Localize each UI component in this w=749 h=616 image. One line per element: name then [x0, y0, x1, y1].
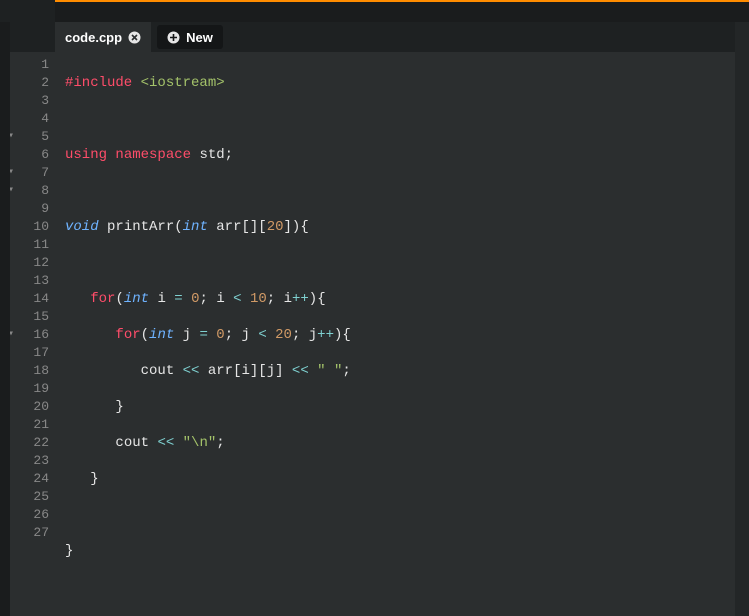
line-number: 16 — [10, 326, 49, 344]
line-number: 7 — [10, 164, 49, 182]
scrollbar-vertical[interactable] — [735, 22, 749, 616]
line-number: 9 — [10, 200, 49, 218]
code-line — [65, 110, 735, 128]
code-line: } — [65, 470, 735, 488]
line-number: 24 — [10, 470, 49, 488]
code-line — [65, 182, 735, 200]
line-number: 4 — [10, 110, 49, 128]
top-strip — [55, 0, 749, 22]
code-line: cout << arr[i][j] << " "; — [65, 362, 735, 380]
tab-new[interactable]: New — [157, 25, 223, 49]
workspace: code.cpp New 123456789101112131415161718… — [0, 22, 749, 616]
line-number: 3 — [10, 92, 49, 110]
code-area[interactable]: 1234567891011121314151617181920212223242… — [10, 52, 735, 616]
line-number: 26 — [10, 506, 49, 524]
code-line: using namespace std; — [65, 146, 735, 164]
line-number: 11 — [10, 236, 49, 254]
line-number: 22 — [10, 434, 49, 452]
code-line: for(int j = 0; j < 20; j++){ — [65, 326, 735, 344]
gutter: 1234567891011121314151617181920212223242… — [10, 52, 55, 616]
tab-file[interactable]: code.cpp — [55, 22, 151, 52]
line-number: 15 — [10, 308, 49, 326]
line-number: 18 — [10, 362, 49, 380]
line-number: 5 — [10, 128, 49, 146]
line-number: 6 — [10, 146, 49, 164]
line-number: 2 — [10, 74, 49, 92]
code-line: } — [65, 542, 735, 560]
code-line: for(int i = 0; i < 10; i++){ — [65, 290, 735, 308]
tab-file-label: code.cpp — [65, 30, 122, 45]
line-number: 12 — [10, 254, 49, 272]
close-icon[interactable] — [128, 31, 141, 44]
line-number: 14 — [10, 290, 49, 308]
line-number: 10 — [10, 218, 49, 236]
line-number: 8 — [10, 182, 49, 200]
line-number: 19 — [10, 380, 49, 398]
left-margin — [0, 22, 10, 616]
line-number: 20 — [10, 398, 49, 416]
plus-icon — [167, 31, 180, 44]
code-line: #include <iostream> — [65, 74, 735, 92]
code-line: void printArr(int arr[][20]){ — [65, 218, 735, 236]
tab-bar: code.cpp New — [10, 22, 735, 52]
code-line — [65, 254, 735, 272]
tab-new-label: New — [186, 30, 213, 45]
line-number: 17 — [10, 344, 49, 362]
line-number: 23 — [10, 452, 49, 470]
line-number: 25 — [10, 488, 49, 506]
code-line: cout << "\n"; — [65, 434, 735, 452]
code[interactable]: #include <iostream> using namespace std;… — [55, 52, 735, 616]
line-number: 13 — [10, 272, 49, 290]
editor: code.cpp New 123456789101112131415161718… — [10, 22, 735, 616]
line-number: 1 — [10, 56, 49, 74]
line-number: 21 — [10, 416, 49, 434]
line-number: 27 — [10, 524, 49, 542]
code-line — [65, 506, 735, 524]
code-line — [65, 578, 735, 596]
code-line: } — [65, 398, 735, 416]
